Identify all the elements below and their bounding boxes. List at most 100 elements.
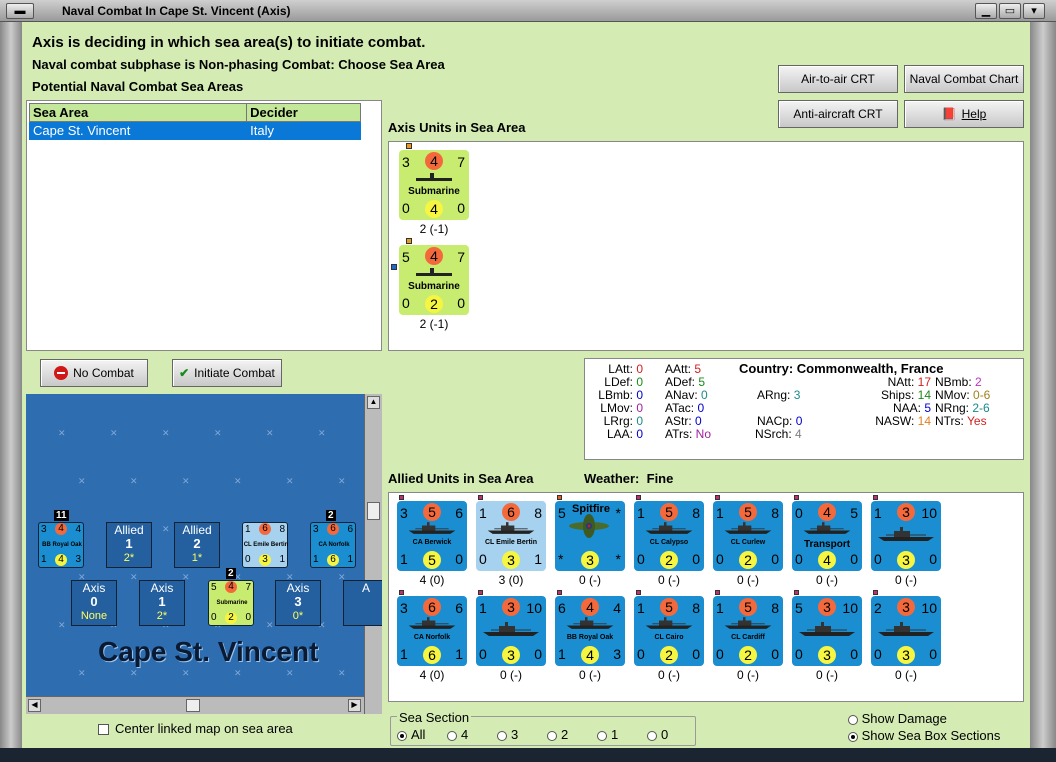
- anti-aircraft-crt-button[interactable]: Anti-aircraft CRT: [778, 100, 898, 128]
- initiate-combat-button[interactable]: ✔ Initiate Combat: [172, 359, 282, 387]
- allied-unit-counter[interactable]: 0 5 4 Transport 0 4 0: [792, 501, 862, 571]
- no-combat-button[interactable]: No Combat: [40, 359, 148, 387]
- map-axis-box[interactable]: Axis 3 0*: [275, 580, 321, 626]
- allied-unit-caption: 0 (-): [895, 573, 917, 587]
- system-menu-button[interactable]: ▬: [6, 3, 34, 19]
- allied-unit-defense-value: 0: [479, 646, 487, 662]
- maximize-button[interactable]: ▭: [999, 3, 1021, 19]
- map-unit-counter[interactable]: 1 6 8 CL Emile Bertin 0 3 1: [242, 522, 288, 568]
- sea-section-radio[interactable]: [547, 730, 557, 741]
- stats-panel: LAtt: 0 LDef: 0 LBmb: 0 LMov: 0 LRrg: 0 LAA: …: [584, 358, 1024, 460]
- axis-unit-counter[interactable]: 3 7 4 Submarine 0 4 0: [399, 150, 469, 220]
- sea-section-option[interactable]: 2: [547, 727, 597, 742]
- allied-unit-attack-value: 1: [874, 505, 882, 521]
- stat-label: LMov:: [600, 401, 637, 415]
- allied-unit-name: CL Curlew: [730, 539, 766, 546]
- sea-section-option[interactable]: All: [397, 727, 447, 742]
- map-box-value: 2: [193, 536, 201, 551]
- center-map-checkbox-row[interactable]: Center linked map on sea area: [98, 721, 293, 736]
- horizontal-scroll-thumb[interactable]: [186, 699, 200, 712]
- naval-combat-chart-button[interactable]: Naval Combat Chart: [904, 65, 1024, 93]
- allied-unit-counter[interactable]: 3 6 6 CA Norfolk 1 6 1: [397, 596, 467, 666]
- map-wave-icon: ✕: [286, 668, 294, 678]
- allied-unit-caption: 0 (-): [579, 668, 601, 682]
- map-allied-box[interactable]: Allied 1 2*: [106, 522, 152, 568]
- allied-unit-caption: 0 (-): [737, 573, 759, 587]
- close-button[interactable]: ▾: [1023, 3, 1045, 19]
- map-horizontal-scrollbar[interactable]: ◀ ▶: [26, 696, 364, 714]
- sea-section-option[interactable]: 4: [447, 727, 497, 742]
- vertical-scroll-thumb[interactable]: [367, 502, 380, 520]
- map-unit-counter[interactable]: 3 4 4 BB Royal Oak 1 4 3: [38, 522, 84, 568]
- map-box-label: Allied: [182, 523, 212, 537]
- map-allied-box[interactable]: Allied 2 1*: [174, 522, 220, 568]
- map-axis-box[interactable]: A: [343, 580, 382, 626]
- allied-unit-defense-value: 0: [716, 646, 724, 662]
- axis-unit-counter[interactable]: 5 7 4 Submarine 0 2 0: [399, 245, 469, 315]
- map-wave-icon: ✕: [58, 620, 66, 630]
- col-decider[interactable]: Decider: [246, 103, 361, 122]
- allied-unit-counter[interactable]: 1 8 5 CL Cairo 0 2 0: [634, 596, 704, 666]
- allied-unit-counter[interactable]: 1 8 5 CL Calypso 0 2 0: [634, 501, 704, 571]
- sea-area-map[interactable]: Cape St. Vincent ▲ ◀ ▶ ✕ ✕ ✕ ✕ ✕ ✕ ✕ ✕ ✕ ✕ ✕ ✕ ✕ ✕ ✕ ✕ ✕…: [26, 394, 382, 714]
- land-row: LAA: 0: [593, 428, 643, 441]
- allied-unit-counter[interactable]: 1 10 3 0 3 0: [476, 596, 546, 666]
- table-row[interactable]: Cape St. Vincent Italy: [28, 121, 361, 140]
- allied-unit-counter[interactable]: 1 8 5 CL Cardiff 0 2 0: [713, 596, 783, 666]
- scroll-right-arrow-icon[interactable]: ▶: [348, 699, 361, 712]
- minimize-button[interactable]: ▁: [975, 3, 997, 19]
- allied-unit-counter[interactable]: 2 10 3 0 3 0: [871, 596, 941, 666]
- sea-section-radio[interactable]: [397, 730, 407, 741]
- sea-section-option[interactable]: 3: [497, 727, 547, 742]
- map-unit-counter[interactable]: 5 4 7 Submarine 0 2 0: [208, 580, 254, 626]
- show-damage-option[interactable]: Show Damage: [848, 711, 947, 726]
- center-map-checkbox[interactable]: [98, 724, 109, 736]
- map-unit-counter[interactable]: 3 6 6 CA Norfolk 1 6 1: [310, 522, 356, 568]
- help-button[interactable]: 📕 Help: [904, 100, 1024, 128]
- allied-unit-counter[interactable]: 5 10 3 0 3 0: [792, 596, 862, 666]
- sea-section-radio[interactable]: [497, 730, 507, 741]
- air-to-air-crt-button[interactable]: Air-to-air CRT: [778, 65, 898, 93]
- arng-value: 3: [793, 388, 801, 402]
- stat-value: 0: [697, 401, 705, 415]
- axis-unit-top-circle: 4: [425, 152, 443, 170]
- allied-unit-counter[interactable]: 1 10 3 0 3 0: [871, 501, 941, 571]
- cell-decider[interactable]: Italy: [246, 121, 361, 140]
- allied-unit-speed-value: 10: [921, 505, 937, 521]
- scroll-left-arrow-icon[interactable]: ◀: [28, 699, 41, 712]
- map-unit-top-circle: 6: [327, 523, 339, 535]
- sea-section-option-label: All: [411, 727, 426, 742]
- allied-unit-counter[interactable]: 6 4 4 BB Royal Oak 1 4 3: [555, 596, 625, 666]
- allied-unit-counter[interactable]: 1 8 6 CL Emile Bertin 0 3 1: [476, 501, 546, 571]
- stat-value: 0: [636, 414, 643, 428]
- allied-unit-counter[interactable]: 3 6 5 CA Berwick 1 5 0: [397, 501, 467, 571]
- map-unit-name: BB Royal Oak: [42, 542, 82, 548]
- map-vertical-scrollbar[interactable]: ▲: [364, 394, 382, 714]
- scroll-up-arrow-icon[interactable]: ▲: [367, 396, 380, 409]
- sea-section-option[interactable]: 1: [597, 727, 647, 742]
- allied-unit-range-value: 0: [692, 551, 700, 567]
- allied-unit-name: CL Cairo: [654, 634, 684, 641]
- show-damage-radio[interactable]: [848, 714, 858, 725]
- sea-section-radio[interactable]: [597, 730, 607, 741]
- allied-unit-caption: 0 (-): [816, 668, 838, 682]
- map-unit-speed: 8: [279, 524, 285, 535]
- map-unit-attack: 3: [313, 524, 319, 535]
- map-axis-box[interactable]: Axis 0 None: [71, 580, 117, 626]
- show-sections-option[interactable]: Show Sea Box Sections: [848, 728, 1000, 743]
- allied-unit-marker-icon: [399, 495, 404, 500]
- map-axis-box[interactable]: Axis 1 2*: [139, 580, 185, 626]
- allied-unit-counter[interactable]: 1 8 5 CL Curlew 0 2 0: [713, 501, 783, 571]
- allied-unit-counter[interactable]: 5 * Spitfire * 3 *: [555, 501, 625, 571]
- sea-section-option[interactable]: 0: [647, 727, 697, 742]
- stat-label: LRrg:: [603, 414, 637, 428]
- sea-section-radio[interactable]: [447, 730, 457, 741]
- allied-unit-attack-value: 1: [479, 600, 487, 616]
- sea-section-radio[interactable]: [647, 730, 657, 741]
- stat-value: 0: [701, 388, 708, 402]
- show-sections-radio[interactable]: [848, 731, 858, 742]
- cell-sea-area[interactable]: Cape St. Vincent: [28, 121, 248, 140]
- allied-unit-range-value: 0: [692, 646, 700, 662]
- country-value: Commonwealth, France: [796, 361, 944, 376]
- col-sea-area[interactable]: Sea Area: [28, 103, 248, 122]
